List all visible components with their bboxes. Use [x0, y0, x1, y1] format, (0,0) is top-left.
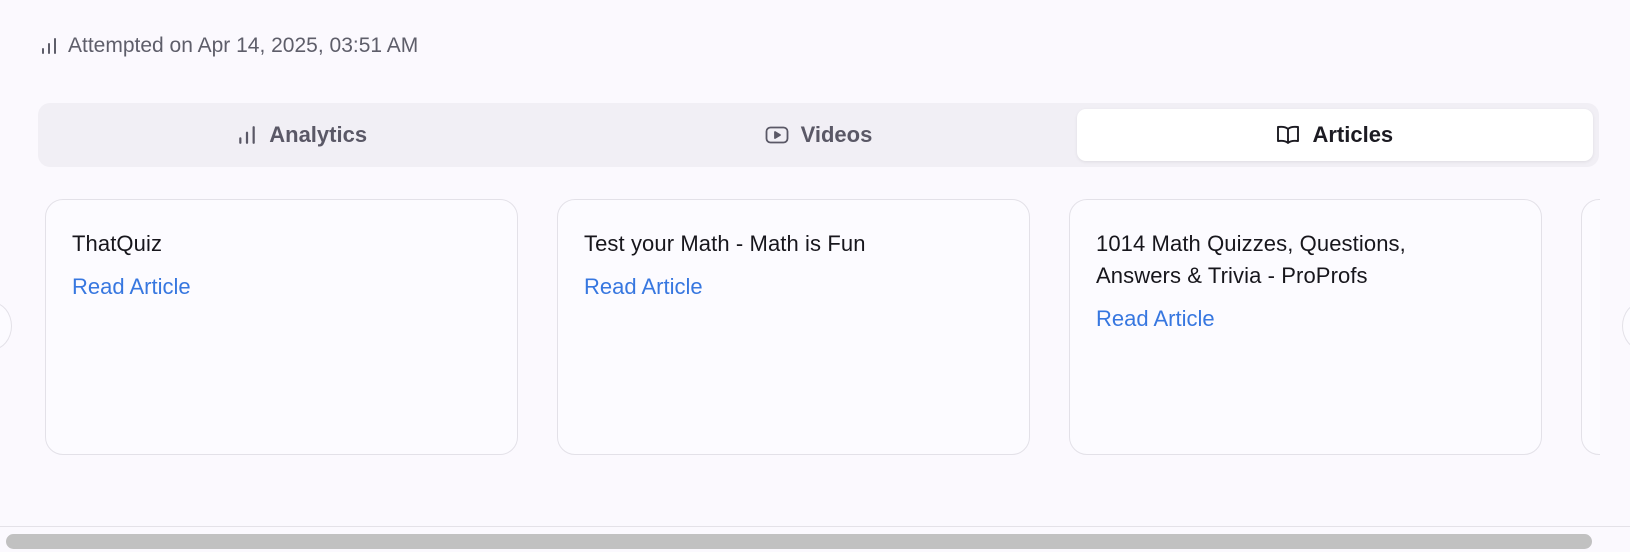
- article-card: 1014 Math Quizzes, Questions, Answers & …: [1069, 199, 1542, 455]
- tab-label: Articles: [1312, 122, 1394, 147]
- article-title: Test your Math - Math is Fun: [584, 231, 866, 256]
- tab-label: Analytics: [269, 122, 368, 147]
- article-card: ThatQuiz Read Article: [45, 199, 518, 455]
- tab-articles[interactable]: Articles: [1076, 109, 1593, 161]
- attempt-info: Attempted on Apr 14, 2025, 03:51 AM: [40, 34, 418, 58]
- bar-chart-icon: [237, 125, 257, 145]
- attempt-date: Attempted on Apr 14, 2025, 03:51 AM: [68, 34, 419, 57]
- articles-carousel: ThatQuiz Read Article Test your Math - M…: [0, 196, 1600, 458]
- play-video-icon: [765, 125, 789, 145]
- tab-analytics[interactable]: Analytics: [44, 109, 560, 161]
- results-panel: Attempted on Apr 14, 2025, 03:51 AM Anal…: [0, 0, 1630, 552]
- article-card-partial: [1581, 199, 1600, 455]
- bar-chart-icon: [40, 37, 58, 55]
- carousel-next-button[interactable]: [1622, 302, 1630, 350]
- tab-bar: Analytics Videos Articles: [38, 103, 1599, 167]
- read-article-link[interactable]: Read Article: [584, 274, 703, 300]
- open-book-icon: [1276, 124, 1300, 146]
- read-article-link[interactable]: Read Article: [72, 274, 191, 300]
- article-title: ThatQuiz: [72, 231, 163, 256]
- article-title: 1014 Math Quizzes, Questions, Answers & …: [1096, 231, 1406, 288]
- read-article-link[interactable]: Read Article: [1096, 306, 1215, 332]
- tab-label: Videos: [800, 122, 873, 147]
- article-card: Test your Math - Math is Fun Read Articl…: [557, 199, 1030, 455]
- scrollbar-thumb[interactable]: [6, 534, 1592, 549]
- tab-videos[interactable]: Videos: [560, 109, 1076, 161]
